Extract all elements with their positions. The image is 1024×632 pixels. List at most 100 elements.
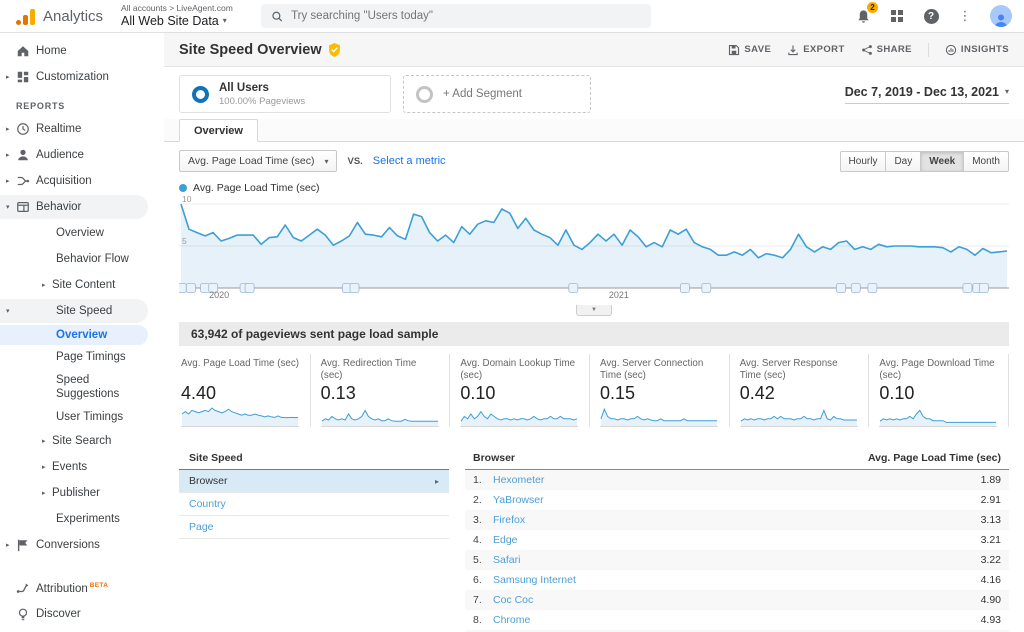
export-button[interactable]: EXPORT — [787, 44, 844, 56]
sidebar-item-label: Audience — [36, 149, 84, 161]
sidebar-item-page-timings[interactable]: Page Timings — [0, 347, 148, 367]
metric-card-4[interactable]: Avg. Server Response Time (sec)0.42 — [729, 354, 869, 427]
dimension-row-browser[interactable]: Browser▸ — [179, 470, 449, 493]
browser-link[interactable]: Coc Coc — [493, 594, 533, 606]
sidebar-nav: Home▸CustomizationREPORTS▸Realtime▸Audie… — [0, 33, 164, 632]
chevron-right-icon: ▸ — [6, 541, 10, 549]
search-input[interactable] — [291, 10, 641, 22]
table-row: 2.YaBrowser2.91 — [465, 490, 1009, 510]
notifications-button[interactable]: 2 — [854, 7, 872, 25]
sidebar-item-label: Behavior — [36, 201, 81, 213]
sidebar-item-attribution[interactable]: AttributionBETA — [0, 576, 148, 600]
save-button[interactable]: SAVE — [728, 44, 771, 56]
interval-month-button[interactable]: Month — [964, 151, 1009, 172]
shield-badge-icon — [328, 43, 341, 57]
add-segment-button[interactable]: + Add Segment — [403, 75, 591, 113]
timeseries-chart[interactable]: 51020202021 ▼ — [164, 194, 1024, 316]
sidebar-item-label: Site Content — [52, 279, 115, 291]
apps-button[interactable] — [888, 7, 906, 25]
tab-overview[interactable]: Overview — [179, 119, 258, 142]
search-icon — [271, 10, 283, 23]
sidebar-item-site-speed[interactable]: ▾Site Speed — [0, 299, 148, 323]
metric-card-2[interactable]: Avg. Domain Lookup Time (sec)0.10 — [449, 354, 589, 427]
dimension-row-country[interactable]: Country — [179, 493, 449, 516]
interval-day-button[interactable]: Day — [886, 151, 921, 172]
more-options-button[interactable]: ⋮ — [956, 7, 974, 25]
sidebar-item-behavior-flow[interactable]: Behavior Flow — [0, 247, 148, 271]
svg-text:5: 5 — [182, 236, 187, 246]
dimension-label: Browser — [189, 475, 228, 487]
insights-button[interactable]: INSIGHTS — [945, 44, 1009, 56]
help-button[interactable]: ? — [922, 7, 940, 25]
chevron-right-icon: ▸ — [6, 151, 10, 159]
browser-link[interactable]: Samsung Internet — [493, 574, 576, 586]
acquisition-icon — [16, 174, 30, 188]
top-bar: Analytics All accounts > LiveAgent.com A… — [0, 0, 1024, 33]
sidebar-item-events[interactable]: ▸Events — [0, 455, 148, 479]
row-value: 1.89 — [981, 474, 1001, 486]
sidebar-item-site-search[interactable]: ▸Site Search — [0, 429, 148, 453]
metric-card-0[interactable]: Avg. Page Load Time (sec)4.40 — [179, 354, 310, 427]
sidebar-item-publisher[interactable]: ▸Publisher — [0, 481, 148, 505]
home-icon — [16, 44, 30, 58]
browser-link[interactable]: Chrome — [493, 614, 530, 626]
account-avatar[interactable] — [990, 5, 1012, 27]
sidebar-item-label: Home — [36, 45, 67, 57]
metric-card-label: Avg. Redirection Time (sec) — [321, 358, 440, 382]
sidebar-item-admin[interactable]: Admin — [0, 628, 148, 632]
sidebar-item-overview[interactable]: Overview — [0, 325, 148, 345]
select-metric-link[interactable]: Select a metric — [373, 155, 446, 167]
sidebar-item-label: Site Search — [52, 435, 111, 447]
person-icon — [16, 148, 30, 162]
browser-link[interactable]: Firefox — [493, 514, 525, 526]
sidebar-item-user-timings[interactable]: User Timings — [0, 407, 148, 427]
account-breadcrumb: All accounts > LiveAgent.com — [121, 4, 233, 14]
browser-link[interactable]: Hexometer — [493, 474, 544, 486]
export-icon — [787, 44, 799, 56]
sidebar-item-site-content[interactable]: ▸Site Content — [0, 273, 148, 297]
sidebar-item-home[interactable]: Home — [0, 39, 148, 63]
browser-link[interactable]: Edge — [493, 534, 518, 546]
sidebar-item-behavior[interactable]: ▾Behavior — [0, 195, 148, 219]
metric-card-1[interactable]: Avg. Redirection Time (sec)0.13 — [310, 354, 450, 427]
browser-link[interactable]: Safari — [493, 554, 520, 566]
sidebar-item-audience[interactable]: ▸ Audience — [0, 143, 148, 167]
sidebar-item-conversions[interactable]: ▸Conversions — [0, 533, 148, 557]
analytics-logo-icon[interactable] — [16, 7, 35, 25]
row-rank: 3. — [473, 514, 493, 526]
sidebar-item-label: Speed Suggestions — [56, 373, 148, 402]
date-range-picker[interactable]: Dec 7, 2019 - Dec 13, 2021 ▾ — [845, 85, 1009, 104]
metric-card-5[interactable]: Avg. Page Download Time (sec)0.10 — [868, 354, 1008, 427]
browser-data-table: Browser Avg. Page Load Time (sec) 1.Hexo… — [465, 447, 1009, 632]
browser-link[interactable]: YaBrowser — [493, 494, 544, 506]
search-bar[interactable] — [261, 4, 651, 28]
sidebar-item-speed-suggestions[interactable]: Speed Suggestions — [0, 370, 148, 405]
sidebar-item-realtime[interactable]: ▸Realtime — [0, 117, 148, 141]
interval-hourly-button[interactable]: Hourly — [840, 151, 887, 172]
chevron-right-icon: ▸ — [42, 489, 46, 497]
series-dot-icon — [179, 184, 187, 192]
sidebar-item-label: AttributionBETA — [36, 582, 108, 595]
row-value: 3.22 — [981, 554, 1001, 566]
segment-all-users[interactable]: All Users 100.00% Pageviews — [179, 75, 391, 113]
sidebar-item-acquisition[interactable]: ▸Acquisition — [0, 169, 148, 193]
action-label: SHARE — [877, 44, 912, 55]
tab-bar: Overview — [164, 119, 1024, 142]
metric-card-3[interactable]: Avg. Server Connection Time (sec)0.15 — [589, 354, 729, 427]
sidebar-item-discover[interactable]: Discover — [0, 602, 148, 626]
interval-week-button[interactable]: Week — [921, 151, 964, 172]
svg-text:2020: 2020 — [209, 290, 229, 300]
chevron-right-icon: ▸ — [42, 463, 46, 471]
bulb-icon — [16, 607, 30, 621]
chevron-right-icon: ▸ — [6, 177, 10, 185]
dimension-row-page[interactable]: Page — [179, 516, 449, 539]
insights-icon — [945, 44, 957, 56]
sidebar-item-label: Overview — [56, 328, 111, 342]
account-picker[interactable]: All accounts > LiveAgent.com All Web Sit… — [121, 4, 233, 28]
sidebar-item-overview[interactable]: Overview — [0, 221, 148, 245]
annotations-toggle-button[interactable]: ▼ — [576, 305, 612, 316]
sidebar-item-customization[interactable]: ▸Customization — [0, 65, 148, 89]
metric-select-dropdown[interactable]: Avg. Page Load Time (sec) ▾ — [179, 150, 337, 172]
sidebar-item-experiments[interactable]: Experiments — [0, 507, 148, 531]
share-button[interactable]: SHARE — [861, 44, 912, 56]
